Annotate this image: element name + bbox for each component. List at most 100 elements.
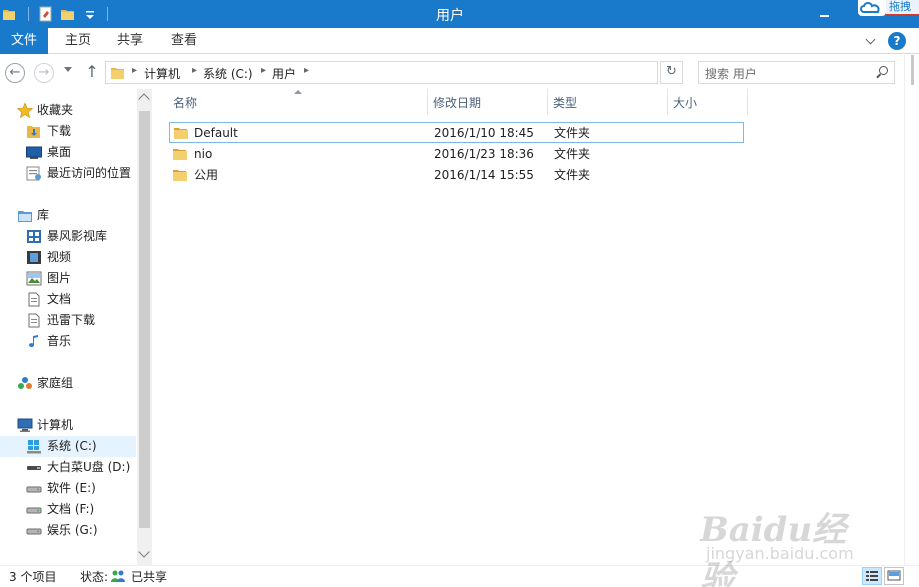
- sidebar-item-downloads[interactable]: 下载: [0, 121, 137, 142]
- sidebar-item-label: 计算机: [37, 418, 74, 432]
- file-date: 2016/1/23 18:36: [434, 147, 534, 161]
- drag-overlay-button[interactable]: 拖拽: [886, 0, 919, 16]
- table-row[interactable]: 公用 2016/1/14 15:55 文件夹: [169, 165, 744, 186]
- sidebar-item-software-drive[interactable]: 软件 (E:): [0, 478, 137, 499]
- breadcrumb-system-drive[interactable]: 系统 (C:): [203, 65, 253, 82]
- title-bar: 用户 拖拽: [0, 0, 919, 28]
- recent-locations-dropdown-icon[interactable]: [62, 67, 72, 77]
- column-header-size[interactable]: 大小: [667, 89, 747, 115]
- file-date: 2016/1/14 15:55: [434, 168, 534, 182]
- sidebar-item-label: 库: [37, 208, 50, 222]
- address-bar[interactable]: ▸ 计算机 ▸ 系统 (C:) ▸ 用户 ▸: [105, 61, 658, 84]
- expand-ribbon-chevron-icon[interactable]: [862, 32, 880, 50]
- breadcrumb-users[interactable]: 用户: [272, 65, 296, 82]
- tab-view[interactable]: 查看: [162, 28, 206, 54]
- sidebar-item-label: 迅雷下载: [47, 313, 96, 327]
- sidebar-item-label: 最近访问的位置: [47, 166, 132, 180]
- sidebar-item-videos[interactable]: 视频: [0, 247, 137, 268]
- sidebar-item-recent-places[interactable]: 最近访问的位置: [0, 163, 137, 184]
- sidebar-item-desktop[interactable]: 桌面: [0, 142, 137, 163]
- homegroup-icon: [17, 376, 33, 391]
- sidebar-item-label: 收藏夹: [37, 103, 74, 117]
- desktop-icon: [26, 145, 42, 160]
- navigation-pane-scrollbar[interactable]: [137, 89, 152, 565]
- folder-icon: [110, 65, 126, 81]
- table-row[interactable]: Default 2016/1/10 18:45 文件夹: [169, 122, 744, 143]
- window-edge-scrollbar[interactable]: [904, 55, 919, 565]
- forward-button[interactable]: →: [34, 63, 54, 83]
- scroll-down-icon[interactable]: [138, 546, 150, 558]
- sidebar-item-label: 大白菜U盘 (D:): [47, 460, 131, 474]
- chevron-right-icon[interactable]: ▸: [192, 65, 197, 76]
- sidebar-item-label: 软件 (E:): [47, 481, 96, 495]
- scrollbar-thumb[interactable]: [139, 111, 150, 528]
- tab-share[interactable]: 共享: [108, 28, 152, 54]
- usb-drive-icon: [26, 460, 42, 475]
- sidebar-computer[interactable]: 计算机: [0, 415, 137, 436]
- search-box[interactable]: 搜索 用户: [698, 61, 895, 84]
- file-name: nio: [194, 147, 213, 161]
- sidebar-item-pictures[interactable]: 图片: [0, 268, 137, 289]
- chevron-right-icon[interactable]: ▸: [261, 65, 266, 76]
- breadcrumb-computer[interactable]: 计算机: [144, 65, 180, 82]
- sidebar-homegroup[interactable]: 家庭组: [0, 373, 137, 394]
- sidebar-item-baofeng-library[interactable]: 暴风影视库: [0, 226, 137, 247]
- details-view-button[interactable]: [862, 567, 882, 585]
- sidebar-item-system-drive[interactable]: 系统 (C:): [0, 436, 136, 457]
- large-icons-view-button[interactable]: [884, 567, 904, 585]
- tab-file[interactable]: 文件: [0, 28, 48, 54]
- picture-icon: [26, 271, 42, 286]
- refresh-button[interactable]: ↻: [660, 61, 683, 84]
- document-icon: [26, 292, 42, 307]
- sidebar-item-label: 娱乐 (G:): [47, 523, 98, 537]
- file-name: 公用: [194, 168, 219, 182]
- sidebar-item-label: 桌面: [47, 145, 72, 159]
- status-bar: 3 个项目 状态: 已共享: [0, 565, 919, 587]
- file-type: 文件夹: [554, 168, 591, 182]
- column-header-date[interactable]: 修改日期: [427, 89, 547, 115]
- sidebar-item-usb-drive[interactable]: 大白菜U盘 (D:): [0, 457, 137, 478]
- sidebar-libraries[interactable]: 库: [0, 205, 137, 226]
- download-folder-icon: [26, 124, 42, 139]
- computer-icon: [17, 418, 33, 433]
- sidebar-item-label: 图片: [47, 271, 72, 285]
- search-input[interactable]: 搜索 用户: [705, 65, 757, 82]
- folder-icon: [173, 168, 188, 182]
- scrollbar-thumb[interactable]: [911, 55, 914, 85]
- scroll-up-icon[interactable]: [138, 93, 150, 105]
- tab-home[interactable]: 主页: [56, 28, 100, 54]
- share-status: 已共享: [131, 570, 168, 584]
- search-icon[interactable]: [876, 66, 888, 78]
- table-row[interactable]: nio 2016/1/23 18:36 文件夹: [169, 144, 744, 165]
- hard-drive-icon: [26, 481, 42, 496]
- item-count: 3 个项目: [9, 570, 57, 584]
- sidebar-item-documents[interactable]: 文档: [0, 289, 137, 310]
- video-library-icon: [26, 229, 42, 244]
- sidebar-item-documents-drive[interactable]: 文档 (F:): [0, 499, 137, 520]
- back-button[interactable]: ←: [5, 63, 25, 83]
- sidebar-item-xunlei-downloads[interactable]: 迅雷下载: [0, 310, 137, 331]
- sidebar-item-music[interactable]: 音乐: [0, 331, 137, 352]
- chevron-right-icon[interactable]: ▸: [304, 65, 309, 76]
- sidebar-item-label: 暴风影视库: [47, 229, 108, 243]
- help-button[interactable]: ?: [888, 32, 906, 50]
- file-type: 文件夹: [554, 147, 591, 161]
- music-icon: [26, 334, 42, 349]
- sidebar-item-label: 视频: [47, 250, 72, 264]
- sidebar-favorites[interactable]: 收藏夹: [0, 100, 137, 121]
- up-arrow-button[interactable]: ↑: [84, 62, 100, 82]
- shared-users-icon: [110, 569, 126, 584]
- chevron-right-icon[interactable]: ▸: [132, 65, 137, 76]
- cloud-app-icon[interactable]: [858, 0, 886, 16]
- file-name: Default: [194, 126, 238, 140]
- file-date: 2016/1/10 18:45: [434, 126, 534, 140]
- document-icon: [26, 313, 42, 328]
- hard-drive-icon: [26, 502, 42, 517]
- sidebar-item-label: 文档 (F:): [47, 502, 95, 516]
- column-header-type[interactable]: 类型: [547, 89, 667, 115]
- minimize-button[interactable]: [808, 4, 838, 24]
- file-type: 文件夹: [554, 126, 591, 140]
- hard-drive-icon: [26, 523, 42, 538]
- recent-places-icon: [26, 166, 42, 181]
- sidebar-item-entertainment-drive[interactable]: 娱乐 (G:): [0, 520, 137, 541]
